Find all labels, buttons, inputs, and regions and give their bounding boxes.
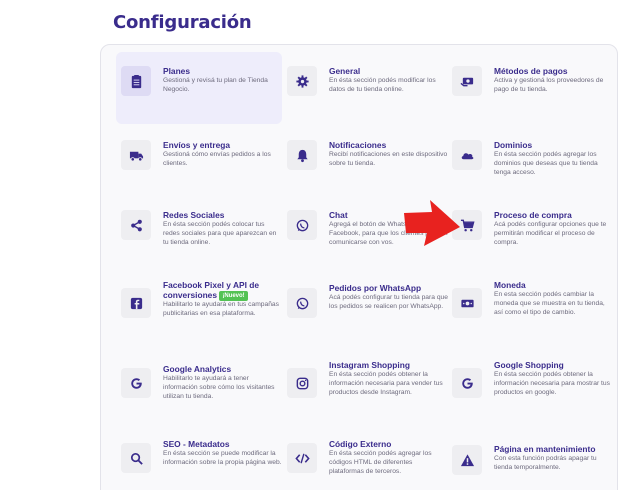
card-title: Proceso de compra xyxy=(494,210,572,220)
card-description: Habilitarlo te ayudará a tener informaci… xyxy=(163,375,275,400)
card-title: Planes xyxy=(163,66,191,76)
card-google-analytics[interactable]: Google Analytics Habilitarlo te ayudará … xyxy=(116,350,282,422)
whatsapp-icon xyxy=(296,219,308,231)
code-icon xyxy=(294,453,310,463)
card-description: En ésta sección podés agregar los domini… xyxy=(494,151,598,176)
card-description: En ésta sección podés obtener la informa… xyxy=(494,371,610,396)
card-general[interactable]: General En ésta sección podés modificar … xyxy=(282,52,448,124)
clipboard-icon xyxy=(131,74,141,88)
card-google-shopping[interactable]: Google Shopping En ésta sección podés ob… xyxy=(447,350,613,422)
card-title: General xyxy=(329,66,361,76)
banknote-icon xyxy=(460,299,474,307)
card-title: Google Shopping xyxy=(494,360,564,370)
card-description: En ésta sección podés agregar los código… xyxy=(329,450,432,475)
card-metodos-de-pago[interactable]: Métodos de pagos Activa y gestioná los p… xyxy=(447,52,613,124)
card-planes[interactable]: Planes Gestioná y revisá tu plan de Tien… xyxy=(116,52,282,124)
annotation-arrow-icon xyxy=(404,200,460,246)
card-proceso-de-compra[interactable]: Proceso de compra Acá podés configurar o… xyxy=(447,196,613,268)
card-title: Página en mantenimiento xyxy=(494,444,596,454)
cloud-icon xyxy=(461,152,473,159)
card-title: Instagram Shopping xyxy=(329,360,410,370)
warning-icon xyxy=(460,453,474,466)
card-codigo-externo[interactable]: Código Externo En ésta sección podés agr… xyxy=(282,425,448,490)
card-description: En ésta sección podés modificar los dato… xyxy=(329,77,436,93)
card-description: Gestioná cómo envías pedidos a los clien… xyxy=(163,151,271,167)
card-description: Habilitarlo te ayudará en tus campañas p… xyxy=(163,301,279,317)
card-envios[interactable]: Envíos y entrega Gestioná cómo envías pe… xyxy=(116,126,282,198)
instagram-icon xyxy=(296,377,308,389)
card-dominios[interactable]: Dominios En ésta sección podés agregar l… xyxy=(447,126,613,198)
bell-icon xyxy=(296,149,308,162)
share-icon xyxy=(130,219,142,231)
truck-icon xyxy=(129,151,143,161)
card-title: Dominios xyxy=(494,140,533,150)
gear-icon xyxy=(295,74,309,88)
card-description: Acá podés configurar tu tienda para que … xyxy=(329,294,448,310)
card-title: Envíos y entrega xyxy=(163,140,231,150)
search-icon xyxy=(130,452,143,465)
google-icon xyxy=(461,377,473,389)
card-instagram-shopping[interactable]: Instagram Shopping En ésta sección podés… xyxy=(282,350,448,422)
card-title: Redes Sociales xyxy=(163,210,225,220)
card-redes-sociales[interactable]: Redes Sociales En ésta sección podés col… xyxy=(116,196,282,268)
card-description: En esta sección podés cambiar la moneda … xyxy=(494,291,605,316)
card-moneda[interactable]: Moneda En esta sección podés cambiar la … xyxy=(447,266,613,338)
card-facebook-pixel[interactable]: Facebook Pixel y API de conversiones ¡Nu… xyxy=(116,266,282,338)
card-title: Métodos de pagos xyxy=(494,66,568,76)
card-description: Gestioná y revisá tu plan de Tienda Nego… xyxy=(163,77,268,93)
card-description: En ésta sección podés colocar tus redes … xyxy=(163,221,277,246)
card-description: En ésta sección podés obtener la informa… xyxy=(329,371,443,396)
card-title: Moneda xyxy=(494,280,526,290)
card-title: Notificaciones xyxy=(329,140,387,150)
new-badge: ¡Nuevo! xyxy=(219,291,248,301)
card-description: En ésta sección se puede modificar la in… xyxy=(163,450,282,466)
card-description: Activa y gestioná los proveedores de pag… xyxy=(494,77,604,93)
whatsapp-icon xyxy=(296,297,308,309)
card-title: SEO - Metadatos xyxy=(163,439,230,449)
card-pedidos-whatsapp[interactable]: Pedidos por WhatsApp Acá podés configura… xyxy=(282,266,448,338)
card-pagina-mantenimiento[interactable]: Página en mantenimiento Con esta función… xyxy=(447,425,613,490)
money-hand-icon xyxy=(459,77,473,86)
card-description: Con esta función podrás apagar tu tienda… xyxy=(494,455,597,471)
card-title: Pedidos por WhatsApp xyxy=(329,283,422,293)
card-title: Facebook Pixel y API de conversiones ¡Nu… xyxy=(163,280,281,301)
card-seo[interactable]: SEO - Metadatos En ésta sección se puede… xyxy=(116,425,282,490)
card-title: Código Externo xyxy=(329,439,392,449)
card-notificaciones[interactable]: Notificaciones Recibí notificaciones en … xyxy=(282,126,448,198)
facebook-icon xyxy=(130,297,142,309)
card-description: Recibí notificaciones en este dispositiv… xyxy=(329,151,448,167)
card-title: Google Analytics xyxy=(163,364,232,374)
page-title: Configuración xyxy=(113,12,252,33)
google-icon xyxy=(130,377,142,389)
card-description: Acá podés configurar opciones que te per… xyxy=(494,221,607,246)
